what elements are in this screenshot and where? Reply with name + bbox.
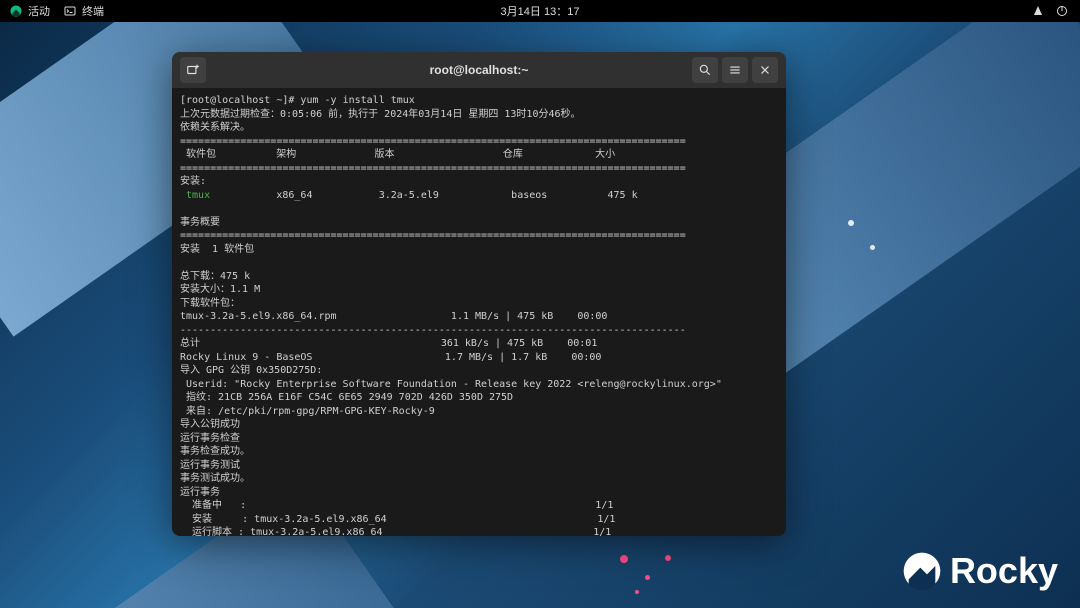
- network-icon[interactable]: [1032, 5, 1044, 17]
- install-size: 安装大小：1.1 M: [180, 284, 260, 295]
- thin-sep: ----------------------------------------…: [180, 325, 686, 336]
- power-icon[interactable]: [1056, 5, 1068, 17]
- new-tab-button[interactable]: [180, 57, 206, 83]
- gpg-from: 来自: /etc/pki/rpm-gpg/RPM-GPG-KEY-Rocky-9: [180, 406, 435, 417]
- txn-run: 运行事务: [180, 487, 220, 498]
- inst-line: 安装 : tmux-3.2a-5.el9.x86_64 1/1: [180, 514, 615, 525]
- activities-button[interactable]: 活动: [10, 3, 50, 19]
- window-titlebar[interactable]: root@localhost:~: [172, 52, 786, 88]
- installing-label: 安装:: [180, 176, 206, 187]
- col-header: 版本: [375, 149, 395, 160]
- col-header: 架构: [276, 149, 296, 160]
- close-button[interactable]: [752, 57, 778, 83]
- col-header: 软件包: [180, 149, 216, 160]
- script-line: 运行脚本 : tmux-3.2a-5.el9.x86_64 1/1: [180, 527, 611, 536]
- window-title: root@localhost:~: [430, 63, 529, 77]
- gnome-topbar: 活动 终端 3月14日 13：17: [0, 0, 1080, 22]
- pkg-name: tmux: [180, 190, 210, 201]
- repo-speed: Rocky Linux 9 - BaseOS 1.7 MB/s | 1.7 kB…: [180, 352, 601, 363]
- userid: Userid: "Rocky Enterprise Software Found…: [180, 379, 722, 390]
- command-text: yum -y install tmux: [300, 95, 414, 106]
- menu-button[interactable]: [722, 57, 748, 83]
- txn-check-ok: 事务检查成功。: [180, 446, 250, 457]
- key-ok: 导入公钥成功: [180, 419, 240, 430]
- total-download: 总下载：475 k: [180, 271, 250, 282]
- current-app[interactable]: 终端: [64, 3, 104, 19]
- terminal-output[interactable]: [root@localhost ~]# yum -y install tmux …: [172, 88, 786, 536]
- prompt-line: [root@localhost ~]#: [180, 95, 300, 106]
- col-header: 仓库: [503, 149, 523, 160]
- pkg-arch: x86_64: [276, 190, 312, 201]
- downloading: 下载软件包：: [180, 298, 240, 309]
- divider: ========================================…: [180, 136, 686, 147]
- rocky-logo-icon: [902, 551, 942, 591]
- fingerprint: 指纹: 21CB 256A E16F C54C 6E65 2949 702D 4…: [180, 392, 513, 403]
- summary-header: 事务概要: [180, 217, 220, 228]
- pkg-repo: baseos: [511, 190, 547, 201]
- download-line: tmux-3.2a-5.el9.x86_64.rpm 1.1 MB/s | 47…: [180, 311, 607, 322]
- txn-test-ok: 事务测试成功。: [180, 473, 250, 484]
- col-header: 大小: [595, 149, 615, 160]
- txn-test: 运行事务测试: [180, 460, 240, 471]
- current-app-label: 终端: [82, 3, 104, 19]
- activities-label: 活动: [28, 3, 50, 19]
- output-line: 依赖关系解决。: [180, 122, 250, 133]
- pkg-size: 475 k: [608, 190, 638, 201]
- search-button[interactable]: [692, 57, 718, 83]
- terminal-window: root@localhost:~ [root@localhost ~]# yum…: [172, 52, 786, 536]
- rocky-brand: Rocky: [902, 550, 1058, 592]
- gpg-import: 导入 GPG 公钥 0x350D275D:: [180, 365, 322, 376]
- output-line: 上次元数据过期检查：0:05:06 前，执行于 2024年03月14日 星期四 …: [180, 109, 581, 120]
- pkg-ver: 3.2a-5.el9: [379, 190, 439, 201]
- brand-text: Rocky: [950, 550, 1058, 592]
- rocky-logo-icon: [10, 5, 22, 17]
- prep-line: 准备中 : 1/1: [180, 500, 613, 511]
- total-line: 总计 361 kB/s | 475 kB 00:01: [180, 338, 597, 349]
- divider: ========================================…: [180, 163, 686, 174]
- divider: ========================================…: [180, 230, 686, 241]
- clock[interactable]: 3月14日 13：17: [501, 3, 580, 19]
- txn-check: 运行事务检查: [180, 433, 240, 444]
- terminal-app-icon: [64, 5, 76, 17]
- install-count: 安装 1 软件包: [180, 244, 254, 255]
